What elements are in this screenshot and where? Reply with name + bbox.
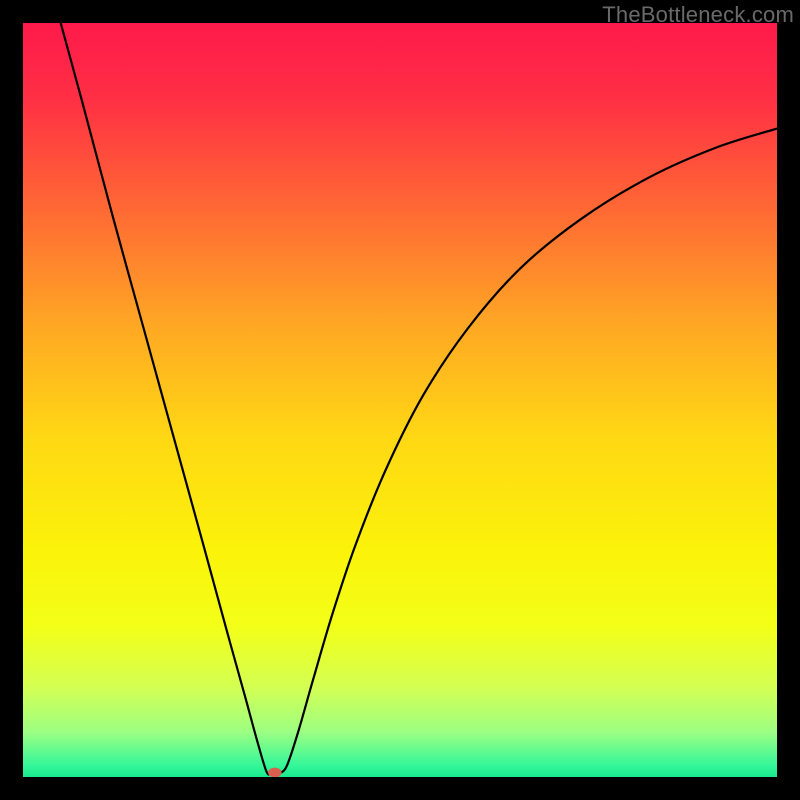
chart-frame (23, 23, 777, 777)
watermark-text: TheBottleneck.com (602, 2, 794, 28)
gradient-background (23, 23, 777, 777)
bottleneck-chart (23, 23, 777, 777)
min-marker (268, 768, 282, 777)
